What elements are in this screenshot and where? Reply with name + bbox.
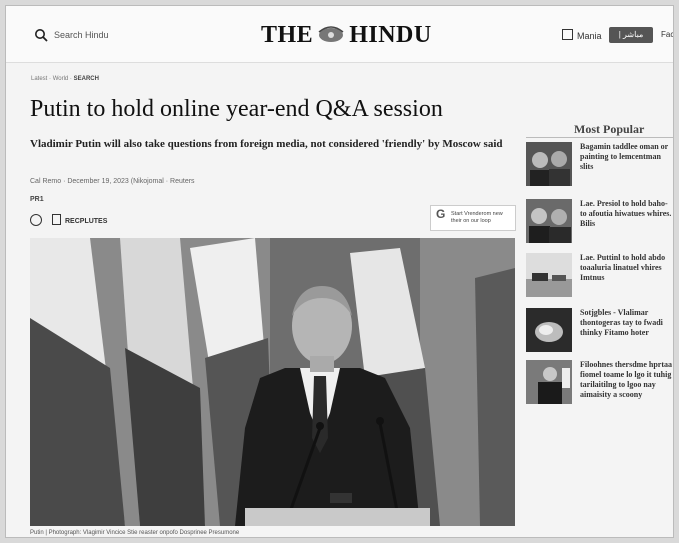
popular-item-title[interactable]: Sotjgbles - Vlalimar thontogeras tay to … [580, 308, 673, 338]
popular-item[interactable]: Lae. Puttinl to hold abdo toaaluria lina… [526, 253, 673, 303]
share-icon[interactable] [30, 214, 42, 226]
article-tag[interactable]: PR1 [30, 196, 44, 203]
site-header: Search Hindu THE HINDU Mania | مباشر Fac… [6, 6, 673, 63]
popular-thumbnail [526, 253, 572, 297]
article-byline: Cal Remo · December 19, 2023 (Nikojomal … [30, 178, 195, 185]
site-logo[interactable]: THE HINDU [261, 22, 432, 49]
popular-thumbnail [526, 360, 572, 404]
hero-photo [30, 238, 515, 526]
article-headline: Putin to hold online year-end Q&A sessio… [30, 96, 443, 122]
popular-thumbnail [526, 308, 572, 352]
divider [526, 137, 673, 138]
article-standfirst: Vladimir Putin will also take questions … [30, 138, 503, 150]
user-icon [562, 29, 573, 40]
breadcrumb-item[interactable]: SEARCH [74, 76, 99, 82]
popular-item[interactable]: Bagamin taddlee oman or painting to lemc… [526, 142, 673, 192]
breadcrumb: Latest · World · SEARCH [31, 76, 99, 82]
most-popular-title: Most Popular [574, 122, 645, 136]
browser-screen: Search Hindu THE HINDU Mania | مباشر Fac… [6, 6, 673, 537]
search-input[interactable]: Search Hindu [54, 30, 109, 40]
google-icon: G [436, 207, 446, 221]
popular-item-title[interactable]: Lae. Puttinl to hold abdo toaaluria lina… [580, 253, 673, 283]
logo-right-text: HINDU [349, 22, 432, 48]
breadcrumb-item[interactable]: Latest [31, 76, 47, 82]
popular-thumbnail [526, 142, 572, 186]
bookmark-icon[interactable] [52, 214, 61, 225]
popular-item-title[interactable]: Lae. Presiol to hold baho- to afoutia hi… [580, 199, 673, 229]
share-label[interactable]: RECPLUTES [65, 218, 107, 225]
popular-item[interactable]: Filoohnes thersdme hprtaa fiomel toame l… [526, 360, 673, 410]
login-link[interactable]: Mania [562, 29, 602, 41]
popular-item[interactable]: Lae. Presiol to hold baho- to afoutia hi… [526, 199, 673, 249]
search-icon[interactable] [34, 28, 48, 42]
emblem-icon [318, 26, 344, 42]
header-extra-link[interactable]: Face [661, 30, 673, 39]
breadcrumb-item[interactable]: World [53, 76, 69, 82]
logo-left-text: THE [261, 22, 314, 48]
hero-image [30, 238, 515, 526]
popular-item[interactable]: Sotjgbles - Vlalimar thontogeras tay to … [526, 308, 673, 358]
image-caption: Putin | Photograph: Vlagimir Vincice Sti… [30, 530, 240, 536]
share-row: RECPLUTES [30, 214, 107, 226]
google-preferred-source-button[interactable]: G Start Vrenderom new their on our loop [430, 205, 516, 231]
popular-item-title[interactable]: Filoohnes thersdme hprtaa fiomel toame l… [580, 360, 673, 400]
live-button[interactable]: | مباشر [609, 27, 653, 43]
popular-item-title[interactable]: Bagamin taddlee oman or painting to lemc… [580, 142, 673, 172]
login-label: Mania [577, 31, 602, 41]
google-box-text: Start Vrenderom new their on our loop [451, 211, 503, 224]
popular-thumbnail [526, 199, 572, 243]
